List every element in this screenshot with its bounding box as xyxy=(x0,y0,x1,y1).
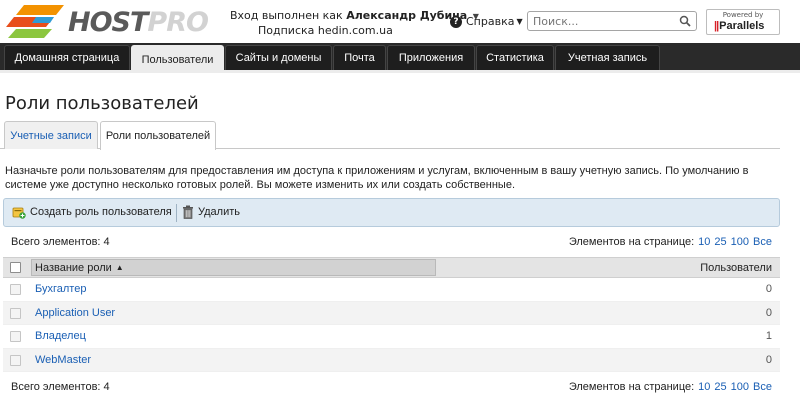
table-row: WebMaster 0 xyxy=(3,348,780,372)
hostpro-logo[interactable]: HOSTPRO xyxy=(6,3,211,39)
help-label: Справка xyxy=(466,15,515,28)
role-name-link[interactable]: Бухгалтер xyxy=(35,283,86,295)
row-checkbox[interactable] xyxy=(10,331,21,342)
role-users-count: 1 xyxy=(765,330,772,342)
row-checkbox[interactable] xyxy=(10,307,21,319)
help-menu[interactable]: ? Справка ▼ xyxy=(450,15,523,28)
role-name-link[interactable]: Владелец xyxy=(35,330,86,342)
per-page-all[interactable]: Все xyxy=(753,236,772,248)
table-row: Application User 0 xyxy=(3,301,780,325)
parallels-bars-icon: || xyxy=(714,20,719,32)
table-header: Название роли ▲ Пользователи xyxy=(3,257,780,278)
delete-button[interactable]: Удалить xyxy=(182,205,240,219)
column-header-users[interactable]: Пользователи xyxy=(700,262,772,274)
trash-icon xyxy=(183,205,193,219)
pager-bottom: Элементов на странице: 10 25 100 Все xyxy=(569,381,772,393)
tab-applications[interactable]: Приложения xyxy=(387,45,475,70)
parallels-logo: ||Parallels xyxy=(714,20,765,32)
search-input[interactable] xyxy=(528,12,673,30)
subscription-value[interactable]: hedin.com.ua xyxy=(318,24,393,37)
sort-asc-icon: ▲ xyxy=(115,263,124,272)
tab-statistics[interactable]: Статистика xyxy=(476,45,554,70)
toolbar-separator xyxy=(176,204,177,222)
powered-by-text: Powered by xyxy=(722,11,764,19)
row-checkbox[interactable] xyxy=(10,354,21,366)
per-page-100[interactable]: 100 xyxy=(731,236,749,248)
login-label: Вход выполнен как xyxy=(230,9,343,22)
per-page-label: Элементов на странице: xyxy=(568,236,695,248)
per-page-25[interactable]: 25 xyxy=(714,381,726,393)
tab-sites-domains[interactable]: Сайты и домены xyxy=(225,45,332,70)
add-user-role-icon xyxy=(12,207,26,219)
nav-strip xyxy=(0,70,800,73)
role-users-count: 0 xyxy=(765,283,772,295)
search-box xyxy=(527,11,697,31)
parallels-badge[interactable]: Powered by ||Parallels xyxy=(706,9,780,35)
tab-users[interactable]: Пользователи xyxy=(131,45,224,73)
page-title: Роли пользователей xyxy=(5,93,199,114)
role-users-count: 0 xyxy=(765,353,772,366)
header: HOSTPRO Вход выполнен как Александр Дуби… xyxy=(0,0,800,43)
per-page-10[interactable]: 10 xyxy=(698,236,710,248)
subtab-accounts[interactable]: Учетные записи xyxy=(4,121,98,149)
logo-mark-icon xyxy=(6,5,64,38)
roles-table: Название роли ▲ Пользователи Бухгалтер 0… xyxy=(3,257,780,372)
subscription-label: Подписка xyxy=(258,24,315,37)
total-count: Всего элементов: 4 xyxy=(11,236,110,248)
search-icon[interactable] xyxy=(679,15,691,27)
pager-top: Элементов на странице: 10 25 100 Все xyxy=(569,236,772,248)
per-page-label: Элементов на странице: xyxy=(568,381,695,393)
subscription-info: Подписка hedin.com.ua xyxy=(258,24,393,37)
per-page-100[interactable]: 100 xyxy=(731,381,749,393)
tab-mail[interactable]: Почта xyxy=(333,45,386,70)
role-users-count: 0 xyxy=(765,306,772,319)
page-description: Назначьте роли пользователям для предост… xyxy=(5,165,749,191)
logo-text: HOSTPRO xyxy=(68,7,209,38)
role-name-link[interactable]: Application User xyxy=(35,307,115,319)
row-checkbox[interactable] xyxy=(10,284,21,295)
create-role-label: Создать роль пользователя xyxy=(30,206,172,218)
tab-account[interactable]: Учетная запись xyxy=(555,45,660,70)
subtab-user-roles[interactable]: Роли пользователей xyxy=(100,121,216,150)
role-name-link[interactable]: WebMaster xyxy=(35,354,91,366)
login-info[interactable]: Вход выполнен как Александр Дубина ▼ xyxy=(230,9,479,22)
per-page-10[interactable]: 10 xyxy=(698,381,710,393)
subtabs: Учетные записи Роли пользователей xyxy=(0,121,780,150)
chevron-down-icon: ▼ xyxy=(516,17,523,26)
delete-label: Удалить xyxy=(198,206,240,218)
main-nav: Домашняя страница Пользователи Сайты и д… xyxy=(0,43,800,73)
help-icon: ? xyxy=(450,15,462,28)
tab-home[interactable]: Домашняя страница xyxy=(4,45,130,70)
table-row: Бухгалтер 0 xyxy=(3,278,780,302)
select-all-checkbox[interactable] xyxy=(10,262,21,273)
create-role-button[interactable]: Создать роль пользователя xyxy=(12,205,172,219)
table-row: Владелец 1 xyxy=(3,325,780,349)
per-page-all[interactable]: Все xyxy=(753,381,772,393)
toolbar: Создать роль пользователя Удалить xyxy=(3,198,780,227)
column-header-role-name[interactable]: Название роли ▲ xyxy=(31,259,436,276)
per-page-25[interactable]: 25 xyxy=(714,236,726,248)
total-count-bottom: Всего элементов: 4 xyxy=(11,381,110,393)
